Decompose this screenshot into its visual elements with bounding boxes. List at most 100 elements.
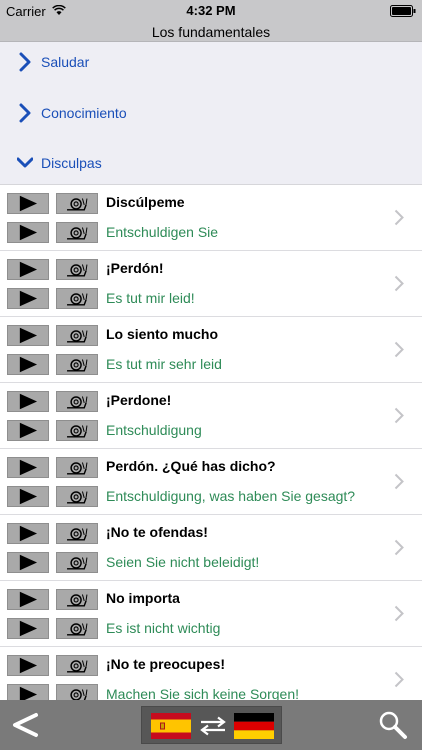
slow-play-source-button[interactable] — [56, 391, 98, 412]
status-bar: Carrier 4:32 PM — [0, 0, 422, 22]
target-phrase: Es tut mir sehr leid — [106, 356, 222, 372]
chevron-right-icon — [19, 52, 31, 72]
play-source-button[interactable] — [7, 655, 49, 676]
play-source-button[interactable] — [7, 457, 49, 478]
target-phrase: Es ist nicht wichtig — [106, 620, 221, 636]
snail-icon — [67, 623, 88, 636]
play-icon — [19, 488, 38, 505]
chevron-right-icon — [19, 103, 31, 123]
phrase-row[interactable]: Perdón. ¿Qué has dicho? Entschuldigung, … — [0, 449, 422, 515]
snail-icon — [70, 689, 88, 700]
play-target-button[interactable] — [7, 420, 49, 441]
play-source-button[interactable] — [7, 391, 49, 412]
phrase-row[interactable]: Discúlpeme Entschuldigen Sie — [0, 185, 422, 251]
nav-bar: Los fundamentales — [0, 22, 422, 42]
play-target-button[interactable] — [7, 618, 49, 639]
slow-play-target-button[interactable] — [56, 618, 98, 639]
slow-play-source-button[interactable] — [56, 457, 98, 478]
play-icon — [19, 422, 38, 439]
language-switch-button[interactable] — [141, 706, 282, 744]
slow-play-source-button[interactable] — [56, 523, 98, 544]
play-icon — [19, 686, 38, 700]
swap-arrows-icon — [200, 716, 226, 736]
slow-play-source-button[interactable] — [56, 325, 98, 346]
play-icon — [19, 224, 38, 241]
page-title: Los fundamentales — [151, 24, 271, 40]
source-phrase: Discúlpeme — [106, 194, 185, 210]
play-icon — [19, 290, 38, 307]
spain-flag-icon — [151, 713, 191, 739]
phrase-row[interactable]: Lo siento mucho Es tut mir sehr leid — [0, 317, 422, 383]
source-phrase: Lo siento mucho — [106, 326, 218, 342]
slow-play-source-button[interactable] — [56, 193, 98, 214]
play-target-button[interactable] — [7, 486, 49, 507]
slow-play-target-button[interactable] — [56, 486, 98, 507]
slow-play-target-button[interactable] — [56, 288, 98, 309]
play-target-button[interactable] — [7, 222, 49, 243]
play-icon — [19, 393, 38, 410]
source-phrase: ¡No te ofendas! — [106, 524, 208, 540]
snail-icon — [67, 557, 88, 570]
slow-play-target-button[interactable] — [56, 354, 98, 375]
play-source-button[interactable] — [7, 523, 49, 544]
play-icon — [19, 657, 38, 674]
play-target-button[interactable] — [7, 684, 49, 700]
chevron-right-icon — [394, 671, 404, 688]
snail-icon — [67, 264, 88, 277]
chevron-right-icon — [394, 341, 404, 358]
play-target-button[interactable] — [7, 288, 49, 309]
slow-play-target-button[interactable] — [56, 420, 98, 441]
category-list: Saludar Conocimiento Disculpas — [0, 42, 422, 184]
back-arrow-icon[interactable] — [10, 712, 40, 738]
snail-icon — [67, 425, 88, 438]
play-icon — [19, 261, 38, 278]
play-source-button[interactable] — [7, 259, 49, 280]
slow-play-source-button[interactable] — [56, 259, 98, 280]
phrase-list: Discúlpeme Entschuldigen Sie ¡Perdón! Es… — [0, 184, 422, 700]
phrase-row[interactable]: ¡Perdón! Es tut mir leid! — [0, 251, 422, 317]
target-phrase: Machen Sie sich keine Sorgen! — [106, 686, 299, 700]
snail-icon — [67, 594, 88, 607]
target-phrase: Seien Sie nicht beleidigt! — [106, 554, 260, 570]
chevron-right-icon — [394, 605, 404, 622]
slow-play-target-button[interactable] — [56, 684, 98, 700]
snail-icon — [67, 396, 88, 409]
snail-icon — [67, 198, 88, 211]
category-label: Disculpas — [41, 155, 102, 171]
source-phrase: ¡Perdone! — [106, 392, 172, 408]
play-icon — [19, 620, 38, 637]
phrase-row[interactable]: ¡Perdone! Entschuldigung — [0, 383, 422, 449]
slow-play-source-button[interactable] — [56, 589, 98, 610]
phrase-row[interactable]: ¡No te ofendas! Seien Sie nicht beleidig… — [0, 515, 422, 581]
category-disculpas[interactable]: Disculpas — [0, 143, 422, 183]
play-source-button[interactable] — [7, 589, 49, 610]
slow-play-target-button[interactable] — [56, 552, 98, 573]
snail-icon — [67, 660, 88, 673]
target-phrase: Entschuldigen Sie — [106, 224, 219, 240]
clock: 4:32 PM — [186, 3, 236, 18]
play-icon — [19, 459, 38, 476]
slow-play-target-button[interactable] — [56, 222, 98, 243]
phrase-row[interactable]: ¡No te preocupes! Machen Sie sich keine … — [0, 647, 422, 700]
battery-icon — [390, 5, 416, 17]
play-target-button[interactable] — [7, 354, 49, 375]
play-source-button[interactable] — [7, 325, 49, 346]
category-saludar[interactable]: Saludar — [0, 42, 422, 82]
target-phrase: Entschuldigung — [106, 422, 202, 438]
play-target-button[interactable] — [7, 552, 49, 573]
category-conocimiento[interactable]: Conocimiento — [0, 93, 422, 133]
snail-icon — [67, 227, 88, 240]
play-source-button[interactable] — [7, 193, 49, 214]
category-label: Conocimiento — [41, 105, 127, 121]
source-phrase: ¡No te preocupes! — [106, 656, 226, 672]
play-icon — [19, 195, 38, 212]
play-icon — [19, 327, 38, 344]
chevron-right-icon — [394, 539, 404, 556]
chevron-right-icon — [394, 209, 404, 226]
slow-play-source-button[interactable] — [56, 655, 98, 676]
phrase-row[interactable]: No importa Es ist nicht wichtig — [0, 581, 422, 647]
snail-icon — [67, 528, 88, 541]
snail-icon — [67, 462, 88, 475]
search-icon[interactable] — [378, 710, 408, 740]
snail-icon — [67, 293, 88, 306]
